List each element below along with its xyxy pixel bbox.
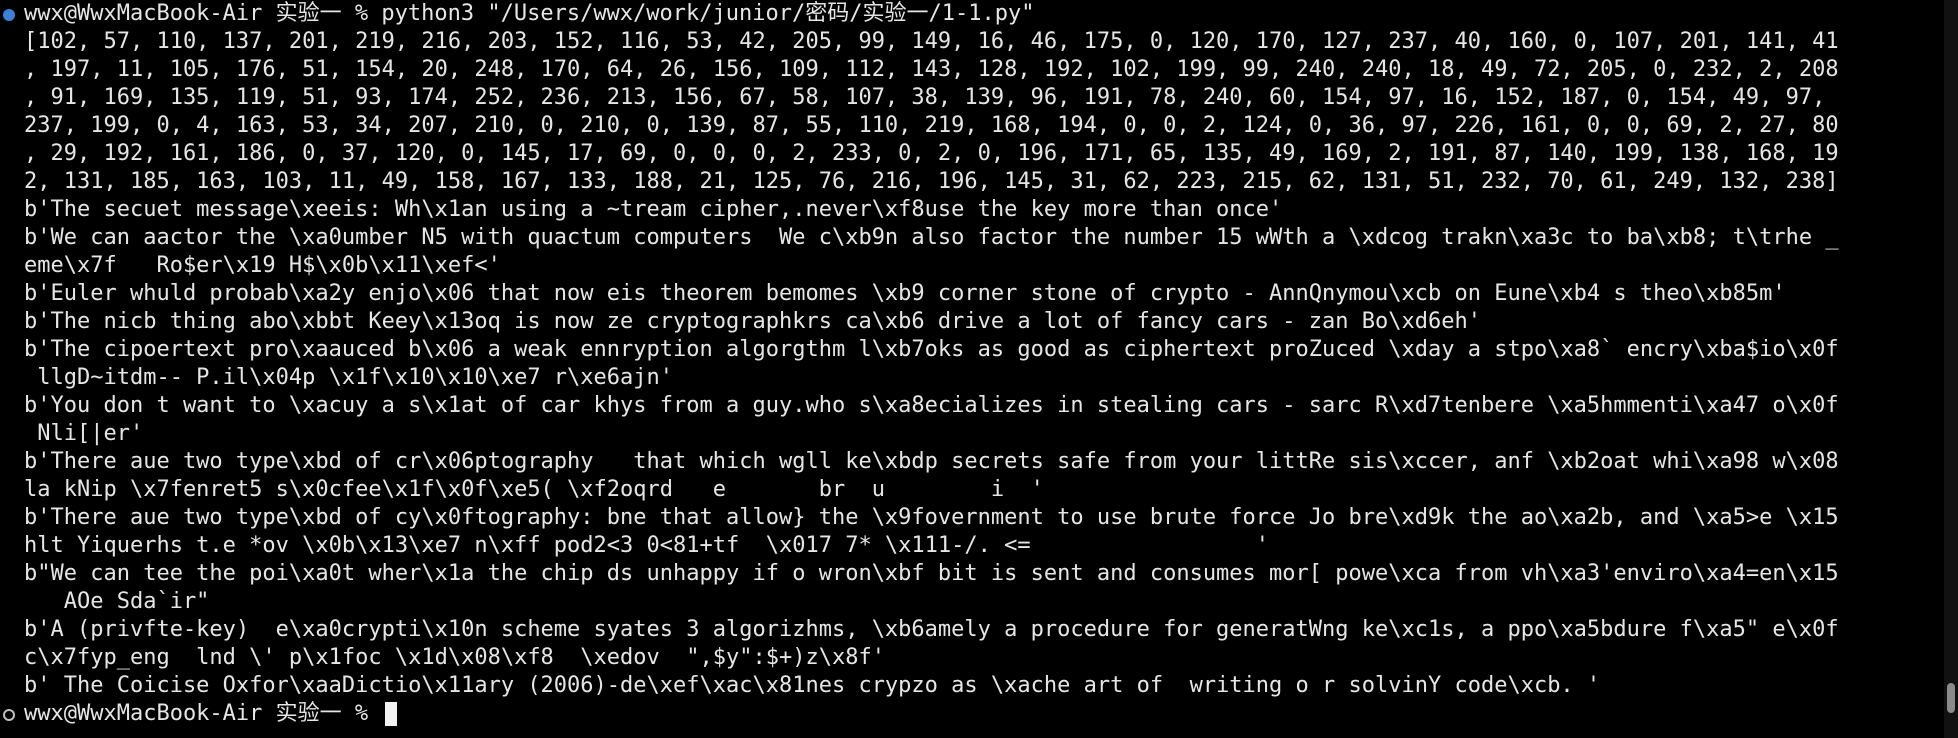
scrollbar[interactable] (1944, 0, 1958, 738)
output-line: , 29, 192, 161, 186, 0, 37, 120, 0, 145,… (24, 141, 1839, 166)
output-line: hlt Yiquerhs t.e *ov \x0b\x13\xe7 n\xff … (24, 533, 1270, 558)
scrollbar-thumb[interactable] (1947, 683, 1955, 713)
output-line: b'There aue two type\xbd of cy\x0ftograp… (24, 505, 1839, 530)
output-line: la kNip \x7fenret5 s\x0cfee\x1f\x0f\xe5(… (24, 477, 1044, 502)
output-line: Nli[|er' (24, 421, 144, 446)
output-line: b'Euler whuld probab\xa2y enjo\x06 that … (24, 281, 1786, 306)
output-line: b'You don t want to \xacuy a s\x1at of c… (24, 393, 1839, 418)
output-line: b'We can aactor the \xa0umber N5 with qu… (24, 225, 1839, 250)
output-line: b'A (privfte-key) e\xa0crypti\x10n schem… (24, 617, 1839, 642)
prompt-marker-icon (3, 709, 15, 721)
terminal-output: wwx@WwxMacBook-Air 实验一 % python3 "/Users… (24, 0, 1936, 728)
output-line: AOe Sda`ir" (24, 589, 210, 614)
output-line: b'There aue two type\xbd of cr\x06ptogra… (24, 449, 1839, 474)
output-line: b"We can tee the poi\xa0t wher\x1a the c… (24, 561, 1839, 586)
input-prompt-line[interactable]: wwx@WwxMacBook-Air 实验一 % (24, 700, 1936, 728)
terminal-window[interactable]: wwx@WwxMacBook-Air 实验一 % python3 "/Users… (0, 0, 1958, 738)
output-line: llgD~itdm-- P.il\x04p \x1f\x10\x10\xe7 r… (24, 365, 674, 390)
output-line: , 197, 11, 105, 176, 51, 154, 20, 248, 1… (24, 57, 1839, 82)
output-block: [102, 57, 110, 137, 201, 219, 216, 203, … (24, 28, 1936, 700)
command-line: wwx@WwxMacBook-Air 实验一 % python3 "/Users… (24, 1, 1035, 26)
output-line: b' The Coicise Oxfor\xaaDictio\x11ary (2… (24, 673, 1601, 698)
output-line: b'The cipoertext pro\xaauced b\x06 a wea… (24, 337, 1839, 362)
cursor-block-icon (385, 702, 398, 726)
output-line: eme\x7f Ro$er\x19 H$\x0b\x11\xef<' (24, 253, 501, 278)
output-line: , 91, 169, 135, 119, 51, 93, 174, 252, 2… (24, 85, 1826, 110)
output-line: b'The secuet message\xeeis: Wh\x1an usin… (24, 197, 1283, 222)
output-line: c\x7fyp_eng lnd \' p\x1foc \x1d\x08\xf8 … (24, 645, 885, 670)
output-line: [102, 57, 110, 137, 201, 219, 216, 203, … (24, 29, 1839, 54)
output-line: 2, 131, 185, 163, 103, 11, 49, 158, 167,… (24, 169, 1839, 194)
output-line: 237, 199, 0, 4, 163, 53, 34, 207, 210, 0… (24, 113, 1839, 138)
prompt-text: wwx@WwxMacBook-Air 实验一 % (24, 701, 382, 726)
command-status-marker-icon (3, 9, 15, 21)
output-line: b'The nicb thing abo\xbbt Keey\x13oq is … (24, 309, 1481, 334)
